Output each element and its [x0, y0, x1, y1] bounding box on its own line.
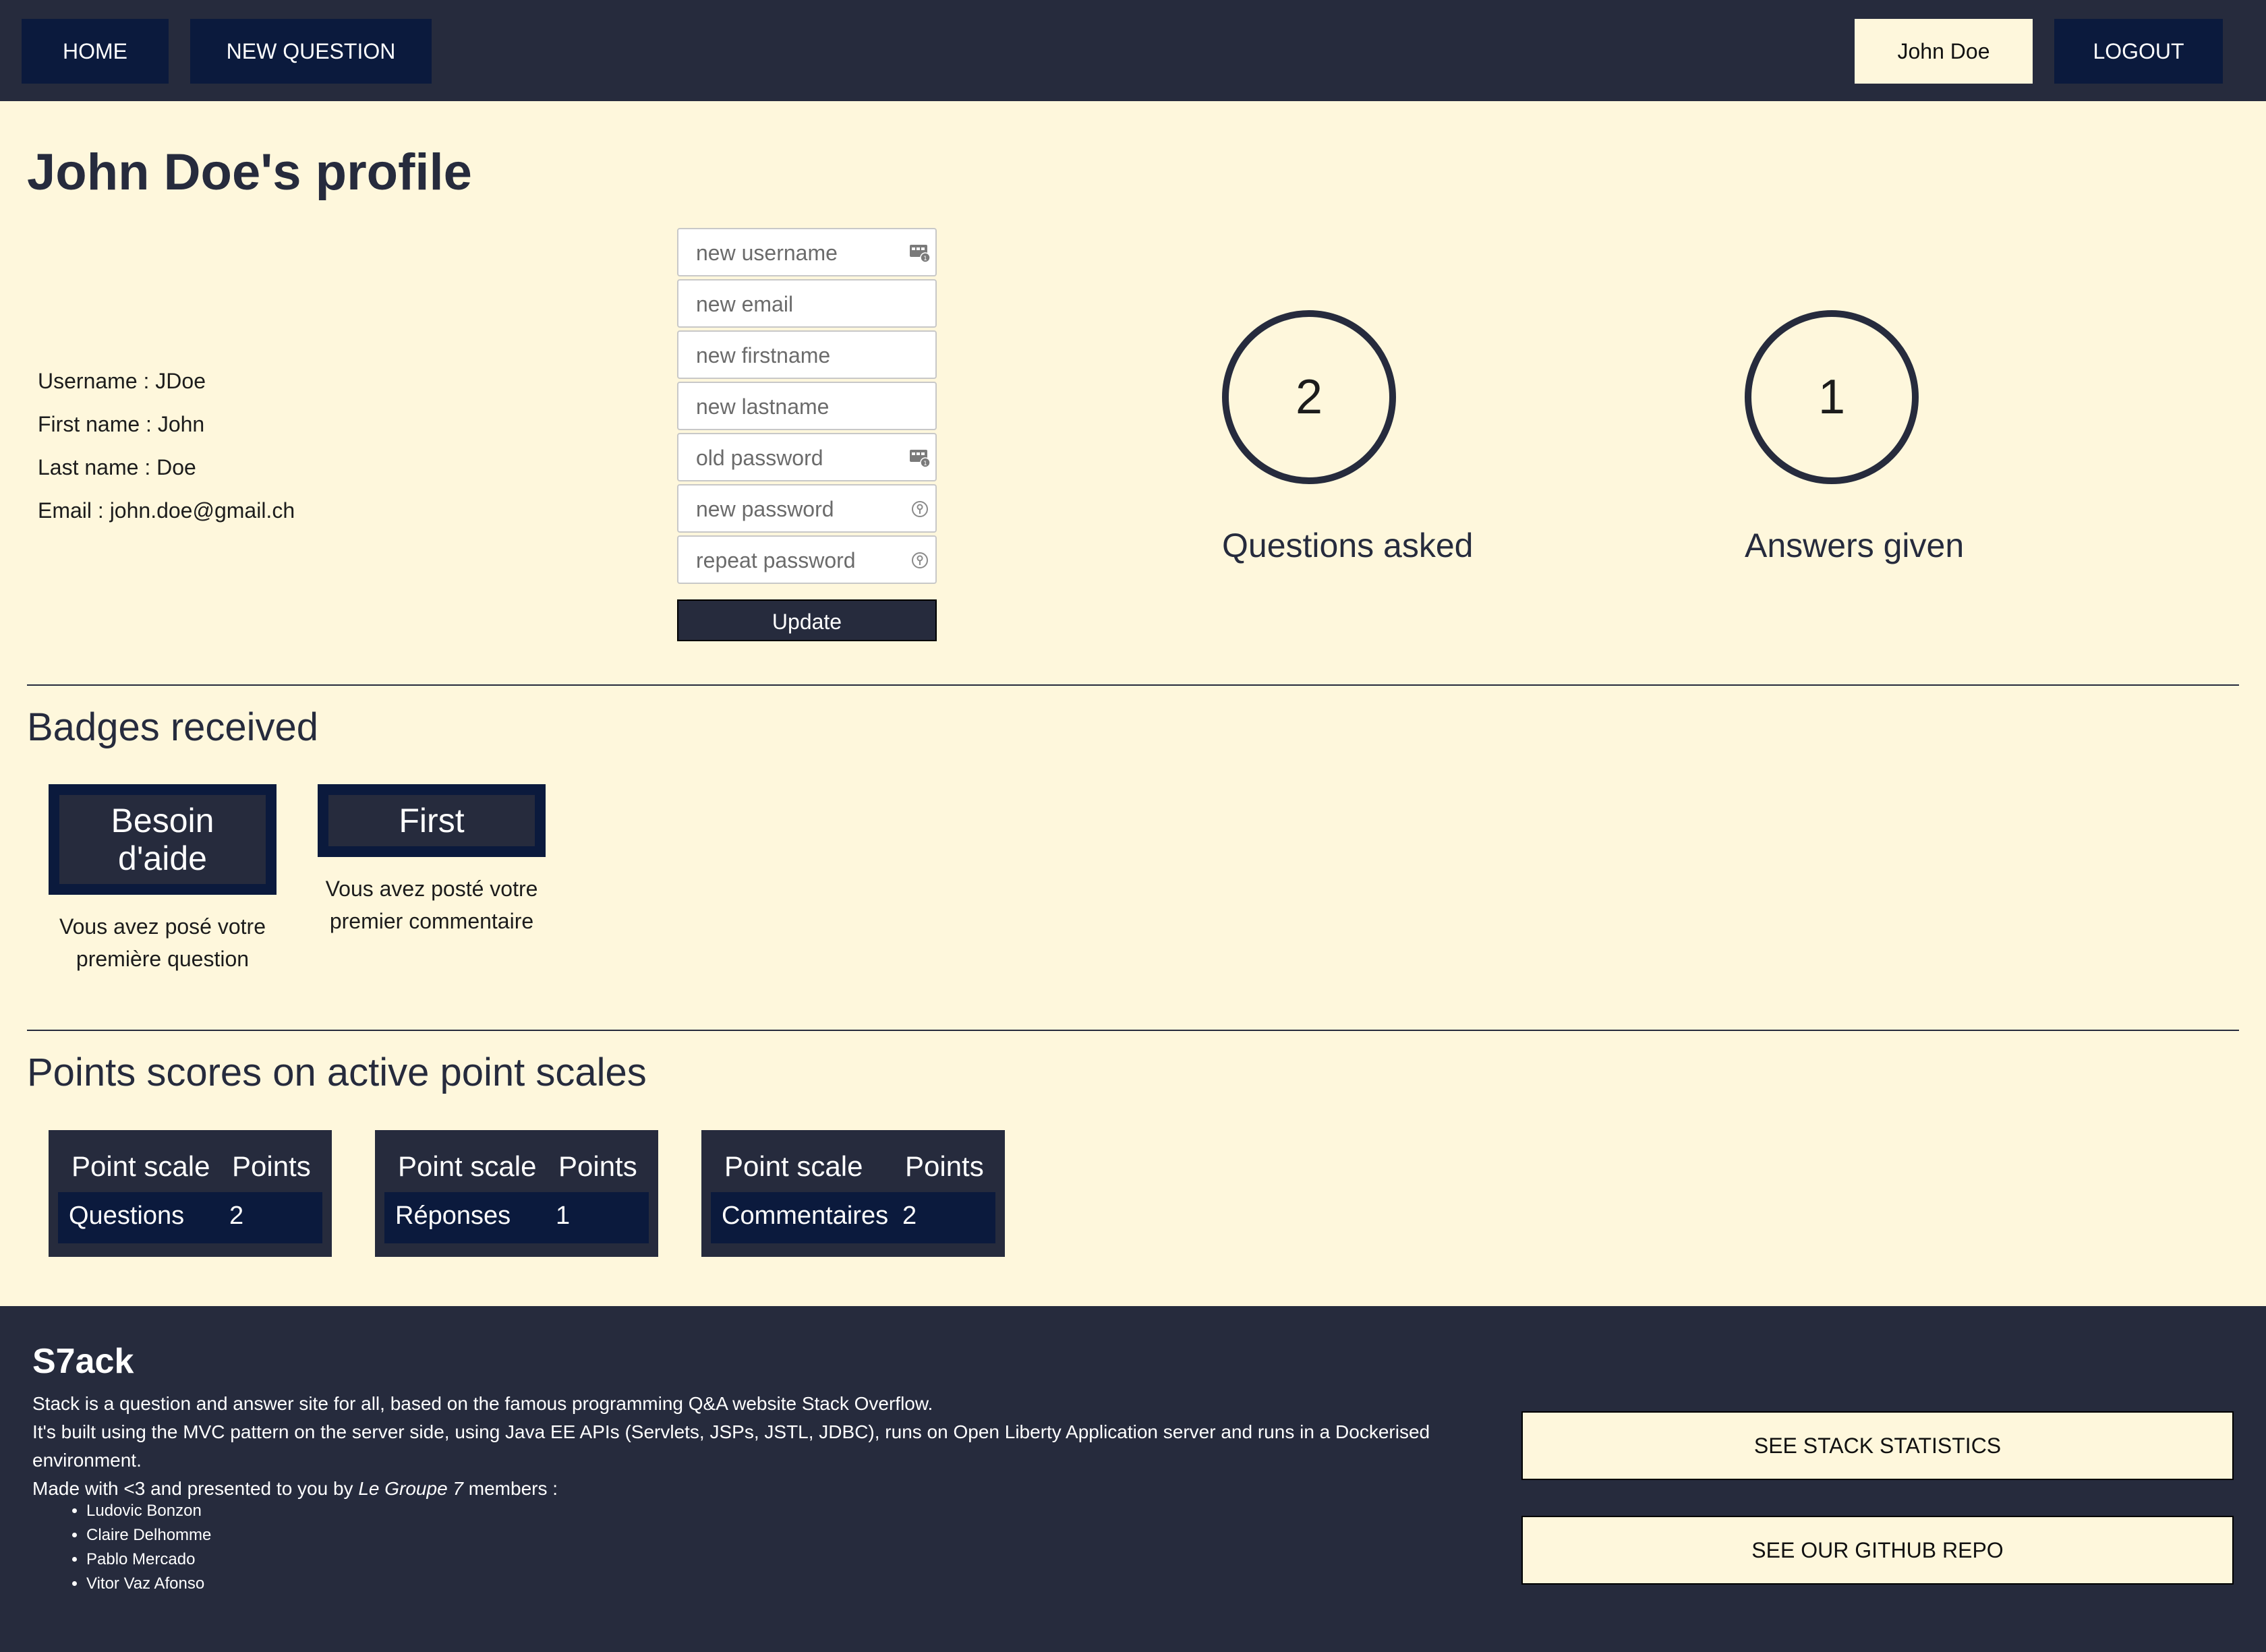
table-header: Point scale Points	[384, 1138, 649, 1192]
member-item: Ludovic Bonzon	[86, 1499, 211, 1523]
update-button[interactable]: Update	[677, 599, 937, 641]
home-button[interactable]: HOME	[22, 19, 169, 84]
lastname-info: Last name : Doe	[38, 455, 196, 479]
answers-count-circle: 1	[1745, 310, 1919, 484]
footer-brand: S7ack	[32, 1342, 134, 1381]
answers-label: Answers given	[1745, 527, 1965, 564]
col-points: Points	[232, 1150, 311, 1182]
members-list: Ludovic Bonzon Claire Delhomme Pablo Mer…	[54, 1499, 211, 1596]
repeat-password-field-wrapper	[677, 535, 937, 584]
scale-points: 1	[556, 1202, 571, 1230]
old-password-field-wrapper: 1	[677, 433, 937, 481]
member-item: Claire Delhomme	[86, 1523, 211, 1547]
user-info: Username : JDoe First name : John Last n…	[38, 365, 295, 537]
group-name: Le Groupe 7	[358, 1478, 463, 1499]
footer-line: It's built using the MVC pattern on the …	[32, 1421, 1430, 1471]
table-header: Point scale Points	[711, 1138, 995, 1192]
new-question-button[interactable]: NEW QUESTION	[190, 19, 432, 84]
lastname-field-wrapper	[677, 382, 937, 430]
divider	[27, 684, 2239, 686]
contact-card-icon: 1	[908, 446, 931, 469]
col-point-scale: Point scale	[71, 1150, 210, 1182]
stack-statistics-button[interactable]: SEE STACK STATISTICS	[1521, 1411, 2234, 1480]
username-field-wrapper: 1	[677, 228, 937, 276]
point-scale-table-questions: Point scale Points Questions 2	[49, 1130, 332, 1257]
member-item: Vitor Vaz Afonso	[86, 1572, 211, 1596]
key-icon	[908, 549, 931, 572]
table-row: Questions 2	[58, 1192, 322, 1243]
badge-description: Vous avez posé votre première question	[59, 914, 266, 971]
badge-name: First	[328, 795, 535, 846]
point-scale-table-reponses: Point scale Points Réponses 1	[375, 1130, 658, 1257]
badges-title: Badges received	[27, 705, 319, 749]
new-password-field-wrapper	[677, 484, 937, 533]
footer-description: Stack is a question and answer site for …	[32, 1390, 1435, 1503]
username-info: Username : JDoe	[38, 369, 206, 393]
new-lastname-input[interactable]	[695, 383, 900, 430]
points-title: Points scores on active point scales	[27, 1051, 647, 1094]
credits-suffix: members :	[463, 1478, 558, 1499]
contact-card-icon: 1	[908, 241, 931, 264]
table-row: Réponses 1	[384, 1192, 649, 1243]
repeat-password-input[interactable]	[695, 537, 900, 584]
new-password-input[interactable]	[695, 485, 900, 533]
divider	[27, 1030, 2239, 1031]
firstname-info: First name : John	[38, 412, 205, 436]
table-row: Commentaires 2	[711, 1192, 995, 1243]
col-points: Points	[905, 1150, 984, 1182]
member-item: Pablo Mercado	[86, 1547, 211, 1572]
svg-text:1: 1	[923, 461, 927, 467]
email-info: Email : john.doe@gmail.ch	[38, 498, 295, 523]
badge-besoin-aide: Besoin d'aide	[49, 784, 277, 895]
firstname-field-wrapper	[677, 330, 937, 379]
github-repo-button[interactable]: SEE OUR GITHUB REPO	[1521, 1516, 2234, 1585]
credits-prefix: Made with <3 and presented to you by	[32, 1478, 359, 1499]
questions-count: 2	[1295, 370, 1323, 424]
scale-name: Réponses	[395, 1202, 511, 1230]
scale-name: Commentaires	[722, 1202, 889, 1230]
table-header: Point scale Points	[58, 1138, 322, 1192]
scale-name: Questions	[69, 1202, 185, 1230]
old-password-input[interactable]	[695, 434, 900, 481]
new-firstname-input[interactable]	[695, 332, 900, 379]
key-icon	[908, 498, 931, 521]
badge-description: Vous avez posté votre premier commentair…	[325, 877, 538, 933]
new-email-input[interactable]	[695, 281, 900, 328]
answers-count: 1	[1818, 370, 1846, 424]
new-username-input[interactable]	[695, 229, 900, 276]
col-point-scale: Point scale	[724, 1150, 863, 1182]
footer: S7ack Stack is a question and answer sit…	[0, 1306, 2266, 1652]
footer-line: Stack is a question and answer site for …	[32, 1393, 933, 1414]
questions-label: Questions asked	[1222, 527, 1474, 564]
col-points: Points	[558, 1150, 637, 1182]
logout-button[interactable]: LOGOUT	[2054, 19, 2223, 84]
user-profile-button[interactable]: John Doe	[1855, 19, 2033, 84]
scale-points: 2	[902, 1202, 917, 1230]
navbar: HOME NEW QUESTION John Doe LOGOUT	[0, 0, 2266, 101]
point-scale-table-commentaires: Point scale Points Commentaires 2	[701, 1130, 1005, 1257]
svg-text:1: 1	[923, 256, 927, 262]
page-title: John Doe's profile	[27, 144, 472, 201]
questions-count-circle: 2	[1222, 310, 1396, 484]
scale-points: 2	[229, 1202, 244, 1230]
col-point-scale: Point scale	[398, 1150, 537, 1182]
footer-credits: Made with <3 and presented to you by Le …	[32, 1475, 1435, 1503]
badge-name: Besoin d'aide	[59, 795, 266, 884]
email-field-wrapper	[677, 279, 937, 328]
badge-first: First	[318, 784, 546, 857]
